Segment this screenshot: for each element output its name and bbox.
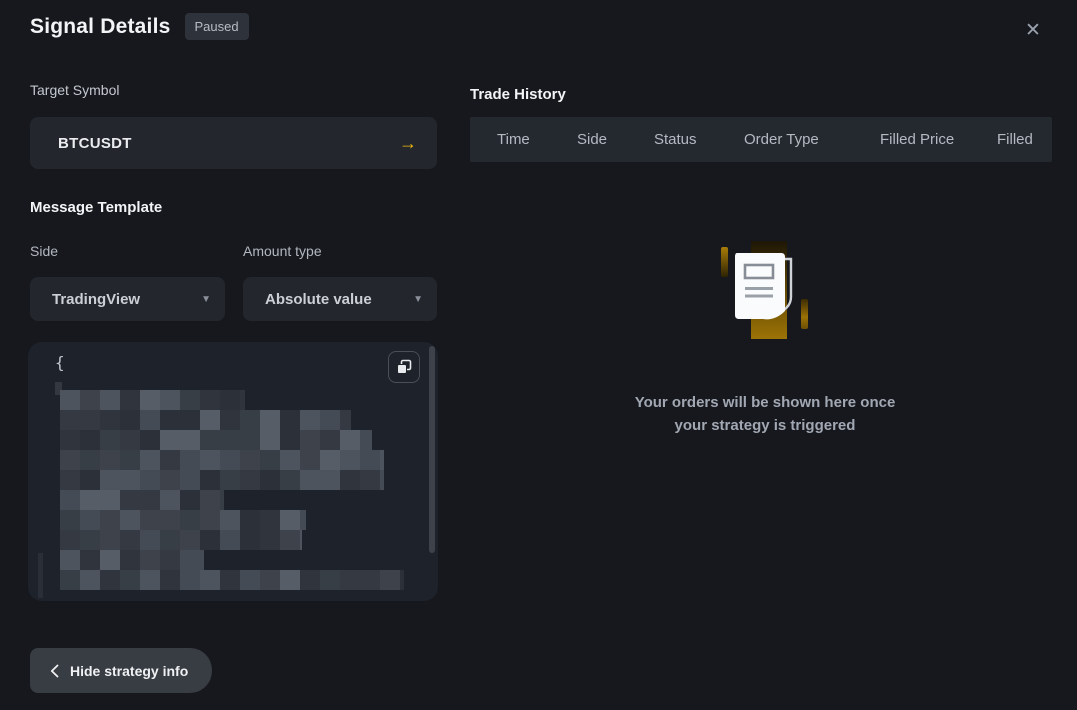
side-select[interactable]: TradingView ▼ bbox=[30, 277, 225, 321]
column-header-time: Time bbox=[497, 117, 530, 162]
document-illustration-icon bbox=[715, 239, 815, 343]
empty-orders-illustration bbox=[470, 239, 1060, 343]
close-button[interactable]: ✕ bbox=[1019, 16, 1047, 44]
modal-header: Signal Details Paused bbox=[30, 13, 249, 40]
target-symbol-label: Target Symbol bbox=[30, 82, 119, 98]
empty-state-message: Your orders will be shown here once your… bbox=[470, 391, 1060, 437]
chevron-left-icon bbox=[50, 664, 59, 678]
target-symbol-value: BTCUSDT bbox=[58, 135, 132, 152]
code-open-brace: { bbox=[55, 353, 65, 372]
empty-state-line2: your strategy is triggered bbox=[470, 414, 1060, 437]
arrow-right-icon[interactable]: → bbox=[399, 133, 417, 154]
side-select-value: TradingView bbox=[52, 291, 140, 308]
column-header-status: Status bbox=[654, 117, 697, 162]
trade-history-header-row: Time Side Status Order Type Filled Price… bbox=[470, 117, 1052, 162]
amount-type-label: Amount type bbox=[243, 243, 322, 259]
amount-type-select-value: Absolute value bbox=[265, 291, 372, 308]
redacted-code-mosaic bbox=[60, 390, 404, 590]
message-template-heading: Message Template bbox=[30, 199, 162, 216]
copy-button[interactable] bbox=[388, 351, 420, 383]
chevron-down-icon: ▼ bbox=[413, 294, 423, 305]
column-header-filled-price: Filled Price bbox=[880, 117, 954, 162]
hide-strategy-info-button[interactable]: Hide strategy info bbox=[30, 648, 212, 693]
code-scrollbar-thumb[interactable] bbox=[429, 346, 435, 553]
column-header-side: Side bbox=[577, 117, 607, 162]
hide-strategy-info-label: Hide strategy info bbox=[70, 663, 188, 679]
close-icon: ✕ bbox=[1025, 19, 1041, 42]
code-left-strip bbox=[38, 553, 43, 598]
column-header-filled: Filled bbox=[997, 117, 1033, 162]
amount-type-select[interactable]: Absolute value ▼ bbox=[243, 277, 437, 321]
page-title: Signal Details bbox=[30, 15, 171, 39]
empty-state-line1: Your orders will be shown here once bbox=[470, 391, 1060, 414]
status-badge: Paused bbox=[185, 13, 249, 40]
copy-icon bbox=[396, 359, 412, 375]
trade-history-heading: Trade History bbox=[470, 86, 566, 103]
message-template-code-block[interactable]: { bbox=[28, 342, 438, 601]
column-header-order-type: Order Type bbox=[744, 117, 819, 162]
side-label: Side bbox=[30, 243, 58, 259]
chevron-down-icon: ▼ bbox=[201, 294, 211, 305]
target-symbol-input[interactable]: BTCUSDT → bbox=[30, 117, 437, 169]
